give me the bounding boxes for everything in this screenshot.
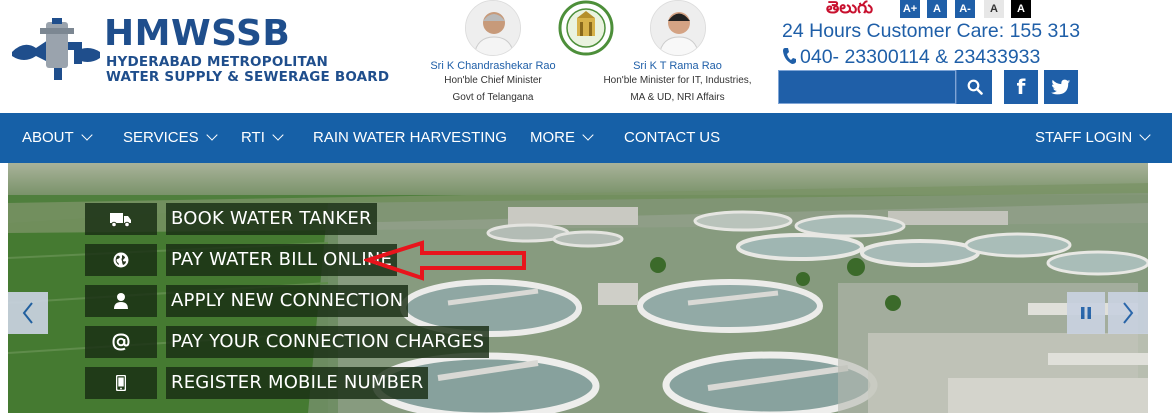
truck-icon [110,213,131,227]
brand-name: HMWSSB [104,13,291,54]
nav-rain-water-harvesting-label: RAIN WATER HARVESTING [313,129,507,146]
facebook-button[interactable]: f [1004,70,1038,104]
header: HMWSSB HYDERABAD METROPOLITAN WATER SUPP… [0,0,1172,112]
chevron-down-icon [272,129,284,141]
slider-prev-button[interactable] [8,292,48,334]
twitter-button[interactable] [1044,70,1078,104]
it-minister-role: Hon'ble Minister for IT, Industries, [603,75,752,86]
chief-minister-photo [465,0,521,56]
nav-rti-label: RTI [241,129,265,146]
quick-link-pay-connection-charges[interactable]: PAY YOUR CONNECTION CHARGES [85,326,490,358]
page: HMWSSB HYDERABAD METROPOLITAN WATER SUPP… [0,0,1172,413]
phone-icon [783,48,796,64]
chevron-down-icon [205,129,218,141]
it-minister-portfolio: MA & UD, NRI Affairs [630,92,725,103]
quick-link-book-water-tanker[interactable]: BOOK WATER TANKER [85,203,377,235]
user-icon [114,293,128,309]
chief-minister-govt: Govt of Telangana [452,92,534,103]
red-arrow-annotation [364,240,526,281]
phone-numbers-text: 040- 23300114 & 23433933 [800,46,1041,68]
brand-subtitle-line1: HYDERABAD METROPOLITAN [106,54,329,70]
search-icon [967,79,983,95]
telugu-language-link[interactable]: తెలుగు [826,0,873,22]
nav-more-label: MORE [530,129,575,146]
chevron-left-icon [22,302,33,324]
nav-about-label: ABOUT [22,129,74,146]
search-button[interactable] [956,70,992,104]
quick-link-label: BOOK WATER TANKER [166,203,377,235]
quick-link-pay-water-bill-online[interactable]: PAY WATER BILL ONLINE [85,244,398,276]
chevron-down-icon [1139,129,1151,141]
slider-pause-button[interactable] [1067,292,1105,334]
it-minister-photo [649,0,706,56]
nav-rain-water-harvesting[interactable]: RAIN WATER HARVESTING [313,113,507,163]
dark-contrast-button[interactable]: A [1011,0,1031,18]
pause-icon [1081,307,1091,319]
globe-icon [113,252,129,268]
quick-link-icon-box [85,203,157,235]
chief-minister-role: Hon'ble Chief Minister [444,75,542,86]
hmwssb-logo[interactable]: HMWSSB HYDERABAD METROPOLITAN WATER SUPP… [10,12,390,92]
hero-right-margin [1148,163,1172,413]
customer-care-text: 24 Hours Customer Care: 155 313 [782,20,1081,42]
search-bar [778,70,992,104]
nav-rti[interactable]: RTI [241,113,284,163]
light-contrast-button[interactable]: A [984,0,1004,18]
quick-link-icon-box [85,367,157,399]
mobile-icon [116,375,126,391]
font-normal-button[interactable]: A [927,0,947,18]
it-minister-card: Sri K T Rama Rao Hon'ble Minister for IT… [600,0,755,106]
it-minister-name: Sri K T Rama Rao [633,60,722,72]
main-navbar: ABOUT SERVICES RTI RAIN WATER HARVESTING… [0,113,1172,163]
chevron-down-icon [582,129,594,141]
slider-next-button[interactable] [1108,292,1148,334]
nav-more[interactable]: MORE [530,113,594,163]
quick-link-label: REGISTER MOBILE NUMBER [166,367,429,399]
at-sign-icon [112,333,130,351]
nav-services[interactable]: SERVICES [123,113,218,163]
tap-logo-icon [12,18,100,80]
nav-staff-login-label: STAFF LOGIN [1035,129,1133,146]
chief-minister-card: Sri K Chandrashekar Rao Hon'ble Chief Mi… [428,0,558,106]
search-input[interactable] [778,70,956,104]
chevron-down-icon [81,129,93,141]
quick-link-icon-box [85,244,157,276]
phone-numbers: 040- 23300114 & 23433933 [782,46,1040,69]
brand-subtitle-line2: WATER SUPPLY & SEWERAGE BOARD [106,69,390,85]
nav-staff-login[interactable]: STAFF LOGIN [1035,113,1151,163]
font-decrease-button[interactable]: A- [955,0,975,18]
facebook-icon: f [1016,75,1026,99]
quick-link-icon-box [85,285,157,317]
font-increase-button[interactable]: A+ [900,0,920,18]
nav-about[interactable]: ABOUT [22,113,93,163]
nav-services-label: SERVICES [123,129,199,146]
nav-contact-us[interactable]: CONTACT US [624,113,720,163]
chief-minister-name: Sri K Chandrashekar Rao [430,60,556,72]
quick-link-apply-new-connection[interactable]: APPLY NEW CONNECTION [85,285,409,317]
nav-contact-us-label: CONTACT US [624,129,721,146]
quick-link-label: PAY YOUR CONNECTION CHARGES [166,326,490,358]
quick-link-label: PAY WATER BILL ONLINE [166,244,398,276]
twitter-icon [1051,79,1071,94]
quick-link-label: APPLY NEW CONNECTION [166,285,409,317]
chevron-right-icon [1123,302,1134,324]
quick-link-register-mobile-number[interactable]: REGISTER MOBILE NUMBER [85,367,429,399]
quick-link-icon-box [85,326,157,358]
